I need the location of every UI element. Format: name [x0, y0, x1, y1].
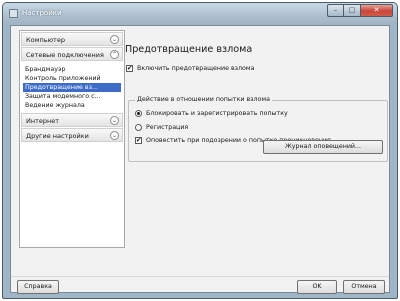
category-network[interactable]: Сетевые подключения ⌃ [21, 47, 123, 61]
notify-on-suspicion-checkbox[interactable]: ✔ [135, 137, 142, 144]
window-title: Настройки [22, 9, 62, 17]
chevron-down-icon: ⌄ [110, 116, 119, 125]
category-label: Другие настройки [26, 132, 89, 140]
category-label: Сетевые подключения [26, 51, 104, 59]
alerts-journal-button[interactable]: Журнал оповещений... [263, 140, 383, 154]
cancel-button[interactable]: Отмена [343, 280, 385, 294]
log-only-label: Регистрация [146, 124, 189, 131]
category-other-settings[interactable]: Другие настройки ⌄ [21, 128, 123, 142]
log-only-radio[interactable] [135, 124, 142, 131]
action-group-title: Действие в отношении попытки взлома [135, 96, 273, 103]
sidebar-item-app-control[interactable]: Контроль приложений [25, 74, 121, 83]
block-and-log-radio[interactable] [135, 110, 142, 117]
enable-intrusion-prevention-label: Включить предотвращение взлома [137, 65, 255, 72]
sidebar-item-logging[interactable]: Ведение журнала [25, 101, 121, 110]
settings-window: Настройки – □ ✕ Компьютер ⌄ Сетевые подк… [2, 2, 398, 299]
block-and-log-label: Блокировать и зарегистрировать попытку [146, 110, 288, 117]
minimize-button[interactable]: – [327, 4, 344, 17]
sidebar-item-firewall[interactable]: Брандмауэр [25, 65, 121, 74]
enable-intrusion-prevention-checkbox[interactable]: ✔ [126, 65, 133, 72]
dialog-body: Компьютер ⌄ Сетевые подключения ⌃ Брандм… [10, 25, 390, 294]
title-bar[interactable]: Настройки – □ ✕ [3, 3, 397, 25]
category-label: Интернет [26, 117, 60, 125]
caption-buttons: – □ ✕ [327, 4, 393, 18]
sidebar-item-intrusion-prevention[interactable]: Предотвращение вз... [23, 83, 121, 92]
page-title: Предотвращение взлома [125, 44, 253, 55]
help-button[interactable]: Справка [17, 280, 59, 294]
ok-button[interactable]: OK [297, 280, 337, 294]
category-label: Компьютер [26, 36, 65, 44]
app-icon [9, 9, 18, 18]
category-internet[interactable]: Интернет ⌄ [21, 113, 123, 127]
settings-sidebar: Компьютер ⌄ Сетевые подключения ⌃ Брандм… [19, 30, 125, 248]
maximize-button[interactable]: □ [344, 4, 361, 17]
category-computer[interactable]: Компьютер ⌄ [21, 32, 123, 46]
footer-divider [11, 276, 389, 277]
close-button[interactable]: ✕ [361, 4, 393, 17]
chevron-down-icon: ⌄ [110, 131, 119, 140]
chevron-up-icon: ⌃ [110, 50, 119, 59]
sidebar-item-modem-protection[interactable]: Защита модемного с... [25, 92, 121, 101]
chevron-down-icon: ⌄ [110, 35, 119, 44]
radio-selected-dot [137, 112, 140, 115]
